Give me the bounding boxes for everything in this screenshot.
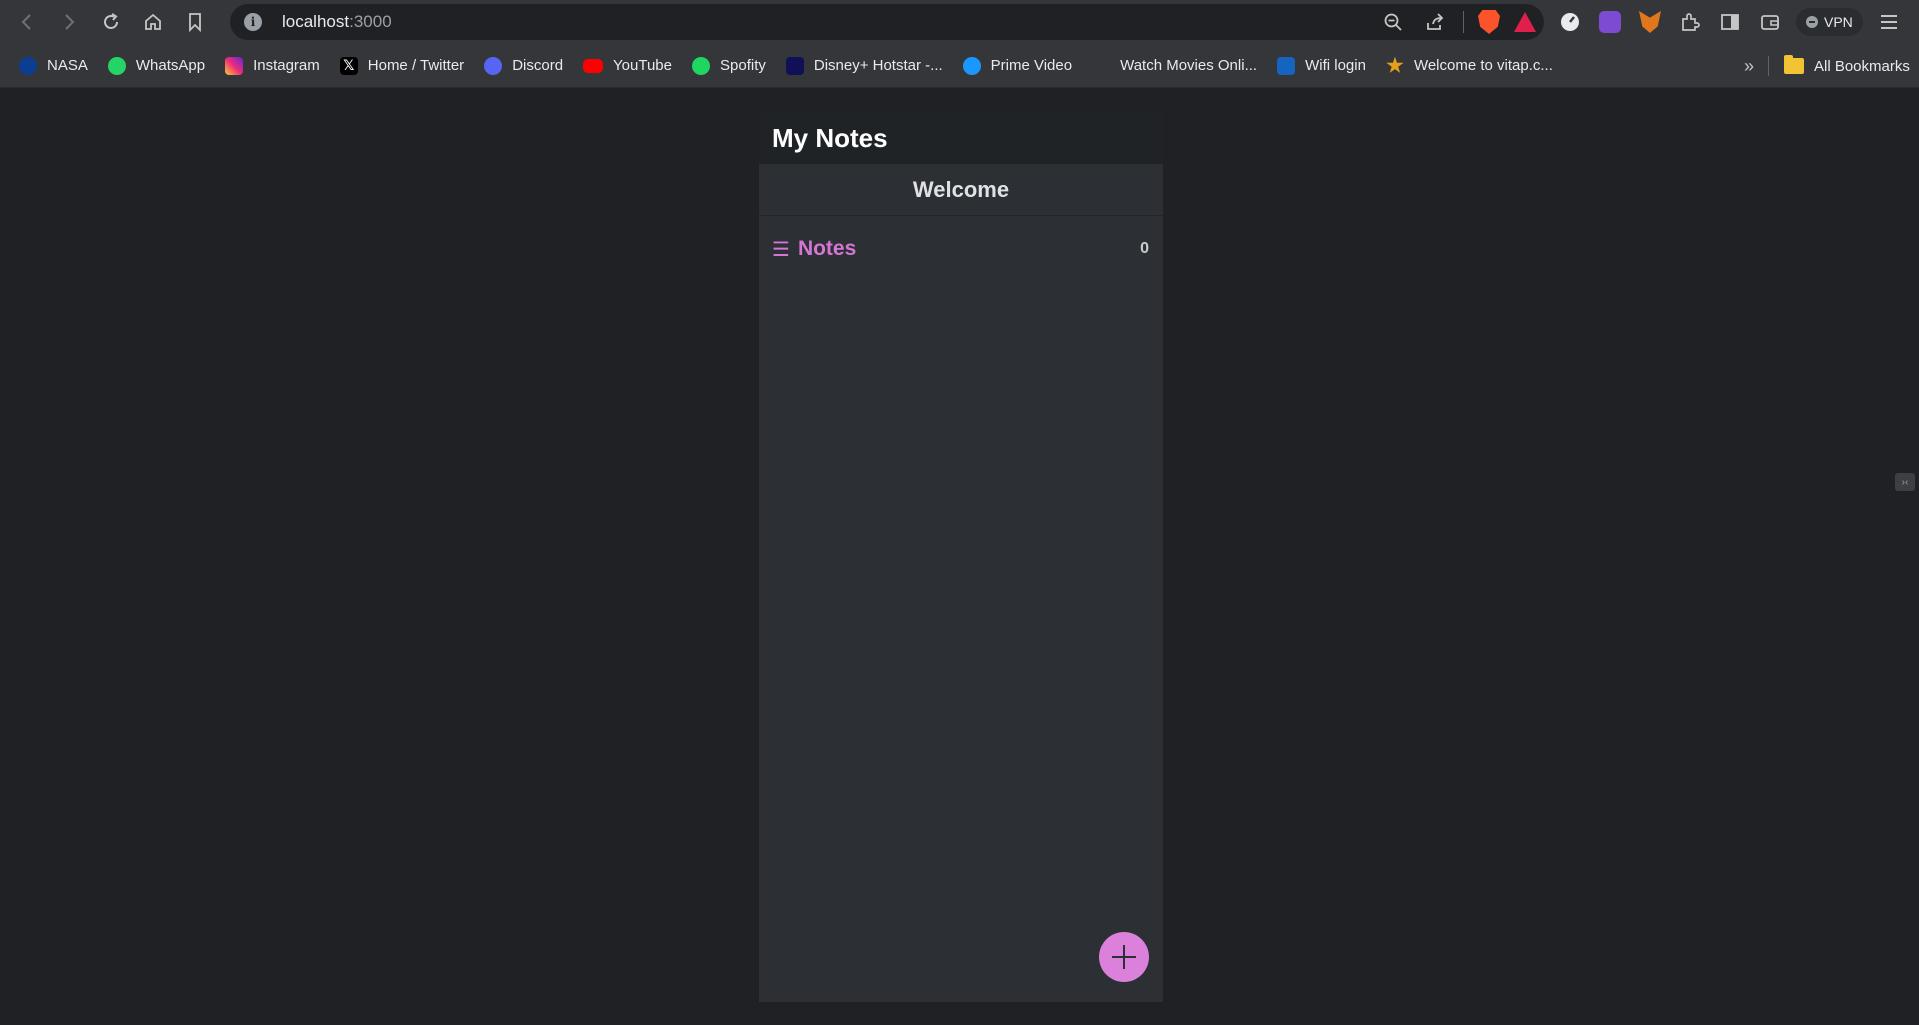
speed-dial-extension-button[interactable] (1556, 8, 1584, 36)
url-text[interactable]: localhost:3000 (282, 12, 392, 32)
bookmark-label: YouTube (613, 57, 672, 74)
extensions-button[interactable] (1676, 8, 1704, 36)
whatsapp-icon (107, 56, 126, 75)
bookmark-label: Wifi login (1305, 57, 1366, 74)
plus-icon (1112, 945, 1136, 969)
home-button[interactable] (138, 7, 168, 37)
folder-icon (1784, 55, 1804, 74)
metamask-fox-icon (1639, 11, 1661, 33)
bookmark-icon (189, 13, 201, 32)
more-bookmarks-button[interactable]: » (1737, 50, 1761, 82)
aha-icon (1092, 57, 1110, 75)
app-header: My Notes (759, 112, 1163, 164)
bookmark-label: Discord (512, 57, 564, 74)
browser-menu-button[interactable] (1875, 8, 1903, 36)
instagram-icon (225, 56, 244, 75)
notes-app: My Notes Welcome ☰ Notes 0 (759, 112, 1163, 1002)
vpn-label: VPN (1824, 14, 1853, 30)
notes-title: ☰ Notes (772, 237, 856, 262)
bookmark-hotstar[interactable]: Disney+ Hotstar -... (776, 50, 953, 82)
reload-icon (104, 13, 118, 29)
share-icon (1427, 13, 1444, 30)
bookmark-spotify[interactable]: Spofity (682, 50, 776, 82)
bookmark-label: Home / Twitter (367, 57, 465, 74)
app-title: My Notes (772, 122, 888, 153)
url-host: localhost (282, 12, 350, 31)
hotstar-icon (785, 56, 804, 75)
prime-video-icon (962, 56, 981, 75)
bookmarks-bar: NASA WhatsApp Instagram 𝕏 Home / Twitter … (0, 44, 1919, 88)
brave-rewards-icon[interactable] (1514, 12, 1536, 32)
bookmark-label: Disney+ Hotstar -... (813, 57, 943, 74)
bookmark-youtube[interactable]: YouTube (573, 50, 682, 82)
side-panel-handle[interactable]: ›‹ (1895, 473, 1915, 491)
forward-arrow-icon (65, 14, 75, 30)
all-bookmarks-label: All Bookmarks (1814, 57, 1910, 75)
notes-label: Notes (797, 237, 857, 260)
forward-button[interactable] (54, 7, 84, 37)
bookmark-twitter[interactable]: 𝕏 Home / Twitter (330, 50, 474, 82)
bookmark-label: Prime Video (990, 57, 1073, 74)
brave-shields-icon[interactable] (1478, 10, 1500, 34)
bookmark-whatsapp[interactable]: WhatsApp (98, 50, 215, 82)
bookmark-vitap[interactable]: Welcome to vitap.c... (1376, 50, 1563, 82)
bookmark-wifi-login[interactable]: Wifi login (1267, 50, 1376, 82)
bookmark-label: WhatsApp (135, 57, 206, 74)
browser-toolbar: i localhost:3000 VPN (0, 0, 1919, 44)
spotify-icon (692, 56, 710, 75)
zoom-button[interactable] (1379, 8, 1407, 36)
list-icon: ☰ (772, 238, 790, 261)
bookmark-nasa[interactable]: NASA (9, 50, 98, 82)
bookmark-label: Instagram (253, 57, 320, 74)
site-info-icon[interactable]: i (244, 13, 262, 31)
url-port: :3000 (349, 12, 392, 31)
sidebar-icon (1721, 14, 1739, 30)
side-panel-icon: ›‹ (1901, 476, 1909, 488)
zoom-out-icon (1384, 13, 1402, 31)
back-arrow-icon (21, 14, 31, 30)
hamburger-menu-icon (1880, 15, 1897, 29)
wifi-login-icon (1277, 56, 1296, 75)
notes-count: 0 (1140, 240, 1149, 257)
bookmark-discord[interactable]: Discord (474, 50, 573, 82)
vpn-status-icon (1806, 16, 1818, 28)
sidebar-toggle-button[interactable] (1716, 8, 1744, 36)
back-button[interactable] (12, 7, 42, 37)
reload-button[interactable] (96, 7, 126, 37)
vitap-icon (1386, 56, 1404, 73)
nasa-icon (19, 56, 37, 75)
wallet-button[interactable] (1756, 8, 1784, 36)
address-bar[interactable]: i localhost:3000 (230, 4, 1544, 40)
bookmark-label: Spofity (720, 57, 766, 74)
purple-extension-icon (1599, 11, 1621, 33)
metamask-extension-button[interactable] (1636, 8, 1664, 36)
notes-list-header: ☰ Notes 0 (759, 234, 1163, 264)
add-note-button[interactable] (1099, 932, 1149, 982)
bookmark-watch-movies[interactable]: Watch Movies Onli... (1082, 50, 1267, 82)
welcome-banner: Welcome (759, 164, 1163, 216)
all-bookmarks-button[interactable]: All Bookmarks (1776, 50, 1918, 82)
bookmarks-divider (1768, 56, 1769, 76)
welcome-text: Welcome (912, 176, 1010, 202)
gauge-icon (1561, 13, 1579, 31)
share-button[interactable] (1421, 8, 1449, 36)
x-twitter-icon: 𝕏 (339, 56, 358, 75)
puzzle-icon (1682, 13, 1700, 31)
toolbar-divider (1463, 11, 1464, 33)
bookmark-prime-video[interactable]: Prime Video (953, 50, 1082, 82)
vpn-button[interactable]: VPN (1796, 8, 1863, 36)
bookmark-label: Watch Movies Onli... (1120, 57, 1258, 74)
bookmark-label: Welcome to vitap.c... (1413, 57, 1553, 74)
bookmark-label: NASA (47, 57, 88, 74)
purple-extension-button[interactable] (1596, 8, 1624, 36)
home-icon (145, 13, 161, 30)
bookmark-instagram[interactable]: Instagram (215, 50, 330, 82)
bookmark-page-button[interactable] (180, 7, 210, 37)
youtube-icon (583, 58, 604, 73)
wallet-icon (1761, 15, 1779, 30)
discord-icon (484, 56, 503, 75)
